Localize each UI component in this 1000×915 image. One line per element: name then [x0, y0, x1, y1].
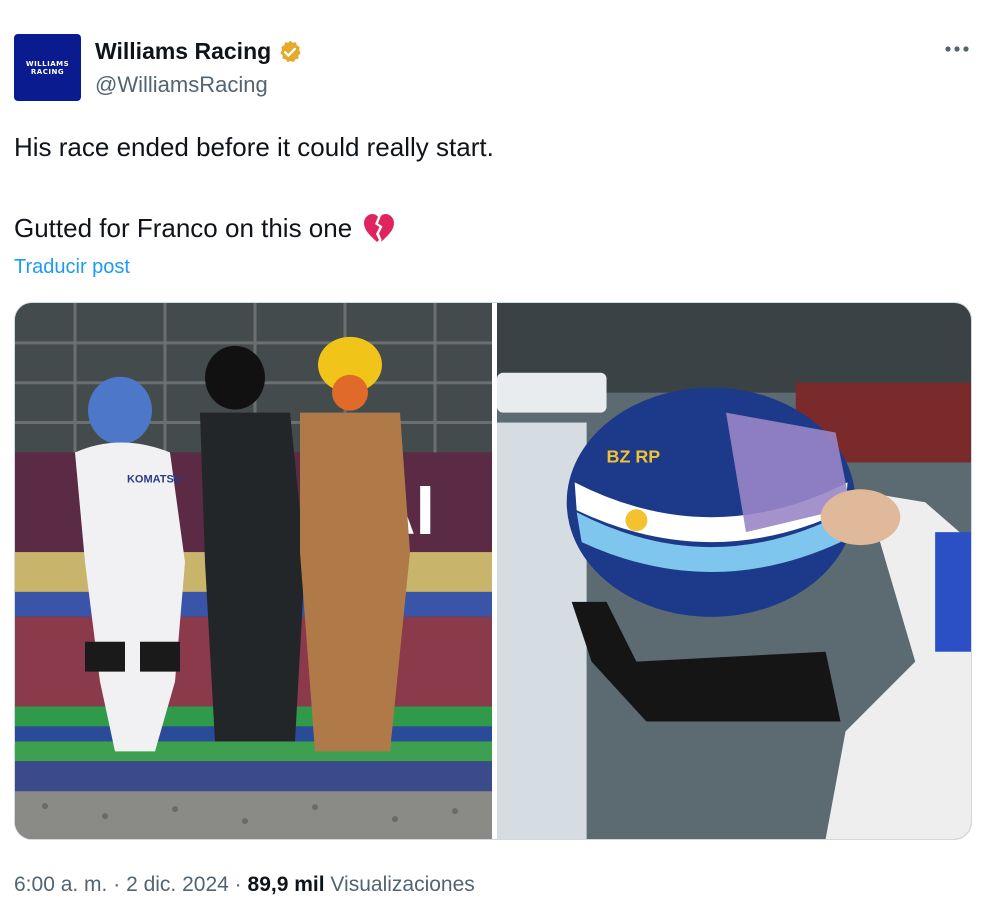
tweet-text-line-2: Gutted for Franco on this one — [14, 212, 396, 244]
tweet-card: WILLIAMS RACING Williams Racing @William… — [0, 0, 1000, 915]
broken-heart-icon — [362, 212, 396, 244]
suit-text: KOMATSU — [127, 473, 182, 485]
meta-separator-1: · — [113, 873, 121, 896]
author-name[interactable]: Williams Racing — [95, 38, 271, 65]
verified-badge-icon — [277, 39, 303, 65]
author-name-row[interactable]: Williams Racing — [95, 38, 303, 65]
meta-separator-2: · — [234, 873, 242, 896]
tweet-text-line-2-text: Gutted for Franco on this one — [14, 212, 353, 243]
more-icon — [945, 46, 969, 52]
tweet-text-line-1: His race ended before it could really st… — [14, 132, 494, 162]
photo-track-marshals-image: AI KOMATSU — [15, 303, 492, 839]
avatar-logo-line-1: WILLIAMS — [25, 59, 70, 68]
avatar[interactable]: WILLIAMS RACING — [14, 34, 81, 101]
author-handle[interactable]: @WilliamsRacing — [95, 72, 268, 98]
translate-post-link[interactable]: Traducir post — [14, 256, 130, 279]
tweet-time[interactable]: 6:00 a. m. — [14, 873, 107, 896]
avatar-logo-line-2: RACING — [30, 67, 65, 76]
tweet-date[interactable]: 2 dic. 2024 — [126, 873, 229, 896]
views-label: Visualizaciones — [330, 873, 475, 896]
photo-helmet-image: BZ RP — [497, 303, 971, 839]
media-grid: AI KOMATSU — [14, 302, 972, 840]
more-options-button[interactable] — [944, 36, 970, 56]
photo-helmet[interactable]: BZ RP — [497, 303, 971, 839]
views-count: 89,9 mil — [247, 873, 325, 896]
helmet-text: BZ RP — [607, 446, 661, 466]
tweet-meta: 6:00 a. m. · 2 dic. 2024 · 89,9 mil Visu… — [14, 873, 475, 897]
photo-track-marshals[interactable]: AI KOMATSU — [15, 303, 492, 839]
